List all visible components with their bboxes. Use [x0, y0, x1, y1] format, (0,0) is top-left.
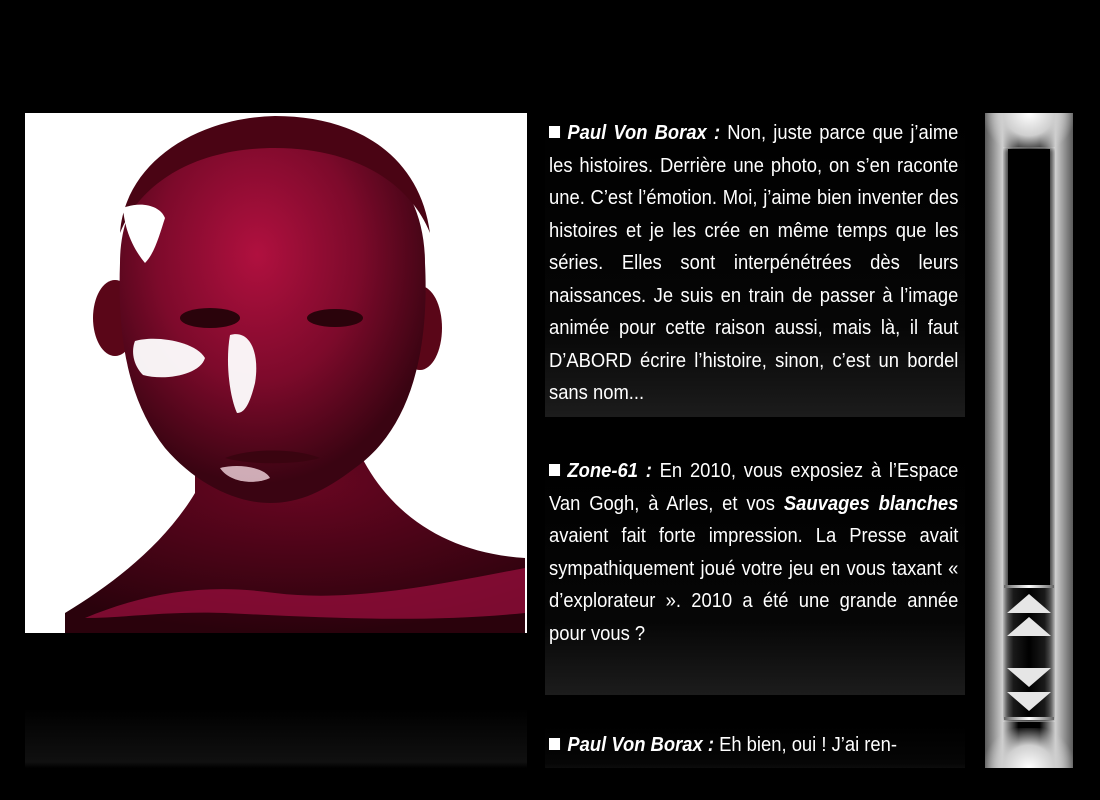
interview-answer-1: Paul Von Borax : Non, juste parce que j’… [545, 113, 965, 417]
double-chevron-down-icon[interactable] [1004, 665, 1054, 711]
interview-paragraph: Paul Von Borax : Non, juste parce que j’… [549, 117, 958, 410]
speaker-name: Paul Von Borax : [567, 122, 721, 144]
scrollbar[interactable] [985, 113, 1073, 768]
interview-paragraph: Zone-61 : En 2010, vous exposiez à l’Esp… [549, 455, 958, 650]
scrollbar-bottom-cap [985, 728, 1073, 768]
interview-answer-2: Paul Von Borax : Eh bien, oui ! J’ai ren… [545, 725, 965, 768]
paragraph-text: avaient fait forte impression. La Presse… [549, 525, 959, 645]
bullet-square-icon [549, 126, 561, 138]
scroll-thumb[interactable] [1008, 149, 1050, 587]
portrait-image [25, 113, 527, 633]
bullet-square-icon [549, 738, 561, 750]
speaker-name: Paul Von Borax : [567, 734, 714, 756]
bullet-square-icon [549, 464, 561, 476]
photo-frame [25, 113, 527, 768]
photo-bottom-fade [25, 708, 527, 768]
double-chevron-up-icon[interactable] [1004, 591, 1054, 636]
scroll-divider [1004, 717, 1054, 720]
interview-question-1: Zone-61 : En 2010, vous exposiez à l’Esp… [545, 451, 965, 695]
paragraph-text: Eh bien, oui ! J’ai ren- [713, 734, 898, 756]
paragraph-text: Non, juste parce que j’aime les histoire… [549, 122, 959, 404]
scroll-divider [1004, 585, 1054, 588]
emphasis-title: Sauvages blanches [783, 492, 959, 515]
speaker-name: Zone-61 : [567, 460, 652, 482]
interview-text-panel[interactable]: Paul Von Borax : Non, juste parce que j’… [545, 113, 965, 768]
interview-paragraph: Paul Von Borax : Eh bien, oui ! J’ai ren… [549, 729, 958, 762]
